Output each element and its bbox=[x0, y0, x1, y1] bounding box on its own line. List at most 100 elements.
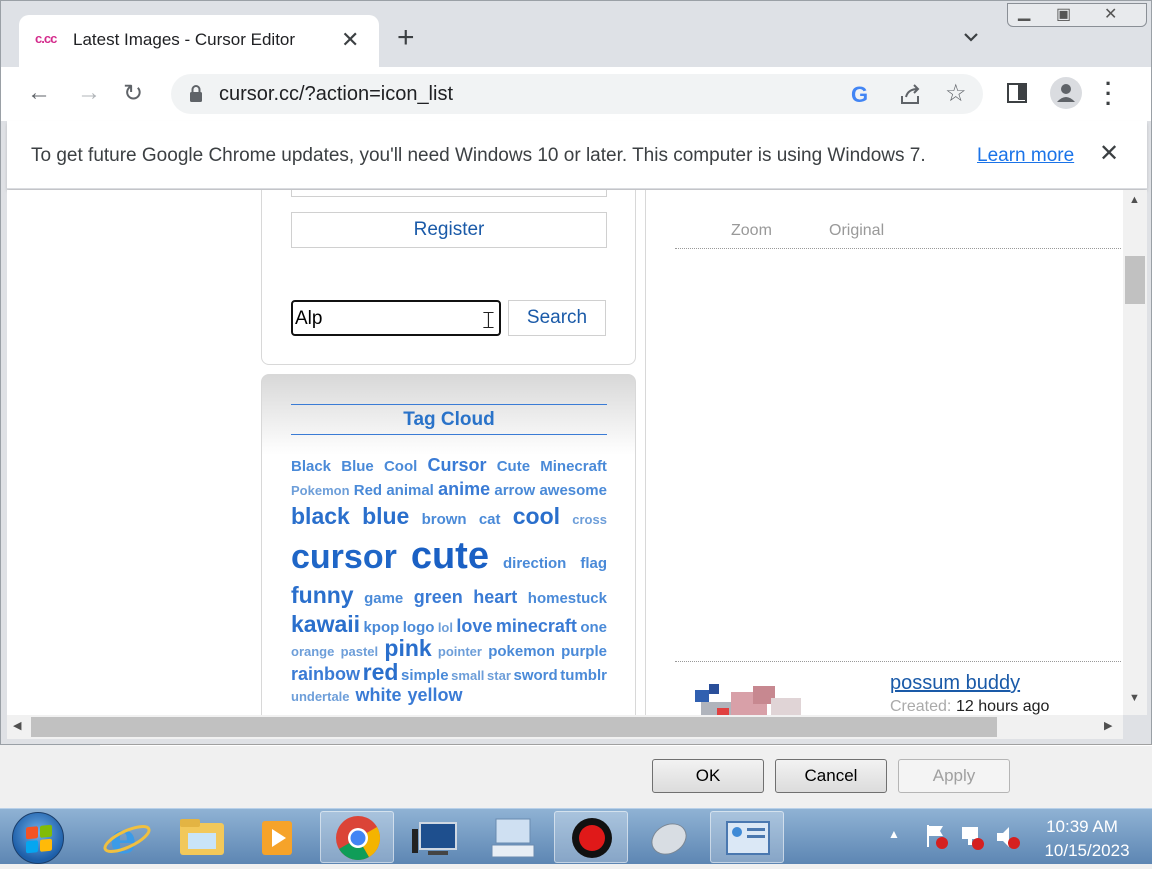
close-window-icon[interactable]: ✕ bbox=[1104, 4, 1117, 24]
tab-latest-images[interactable]: c.cc Latest Images - Cursor Editor ✕ bbox=[19, 15, 379, 67]
tag-link[interactable]: brown bbox=[422, 511, 467, 528]
tag-link[interactable]: minecraft bbox=[496, 616, 577, 637]
tag-link[interactable]: awesome bbox=[539, 482, 607, 499]
tag-link[interactable]: undertale bbox=[291, 689, 350, 704]
item-title-link[interactable]: possum buddy bbox=[890, 672, 1020, 695]
tag-link[interactable]: cute bbox=[411, 535, 489, 578]
apply-button[interactable]: Apply bbox=[898, 759, 1010, 793]
scroll-up-icon[interactable]: ▲ bbox=[1129, 194, 1140, 206]
tag-link[interactable]: white bbox=[356, 685, 402, 706]
horizontal-scroll-thumb[interactable] bbox=[31, 717, 997, 737]
tag-link[interactable]: flag bbox=[580, 555, 607, 572]
side-panel-icon[interactable] bbox=[1007, 83, 1027, 103]
start-button-windows-icon[interactable] bbox=[12, 812, 64, 864]
control-panel-icon[interactable] bbox=[710, 811, 784, 863]
tag-link[interactable]: pointer bbox=[438, 644, 482, 659]
file-explorer-icon[interactable] bbox=[166, 811, 240, 863]
tag-link[interactable]: purple bbox=[561, 643, 607, 660]
cancel-button[interactable]: Cancel bbox=[775, 759, 887, 793]
new-tab-icon[interactable]: + bbox=[397, 23, 415, 53]
search-input[interactable]: Alp bbox=[291, 300, 501, 336]
remote-desktop-icon[interactable] bbox=[398, 811, 472, 863]
record-icon[interactable] bbox=[554, 811, 628, 863]
tag-link[interactable]: heart bbox=[473, 587, 517, 608]
tag-link[interactable]: pink bbox=[384, 635, 431, 662]
action-center-flag-icon[interactable] bbox=[924, 823, 950, 851]
tag-link[interactable]: Minecraft bbox=[540, 458, 607, 475]
tag-link[interactable]: rainbow bbox=[291, 664, 360, 685]
restore-icon[interactable]: ▣ bbox=[1056, 4, 1071, 24]
tag-link[interactable]: pokemon bbox=[488, 643, 555, 660]
network-icon[interactable] bbox=[958, 823, 986, 851]
share-icon[interactable] bbox=[899, 84, 923, 106]
media-player-icon[interactable] bbox=[242, 811, 316, 863]
clock-date[interactable]: 10/15/2023 bbox=[1032, 841, 1142, 861]
tag-link[interactable]: blue bbox=[362, 503, 409, 530]
search-button[interactable]: Search bbox=[508, 300, 606, 336]
internet-explorer-icon[interactable]: e bbox=[90, 811, 164, 863]
tag-link[interactable]: tumblr bbox=[560, 667, 607, 684]
tab-search-chevron-icon[interactable] bbox=[961, 27, 981, 47]
tab-close-icon[interactable]: ✕ bbox=[341, 27, 359, 53]
tag-link[interactable]: arrow bbox=[494, 482, 535, 499]
tag-link[interactable]: red bbox=[363, 659, 399, 686]
on-screen-keyboard-icon[interactable] bbox=[476, 811, 550, 863]
vertical-scroll-thumb[interactable] bbox=[1125, 256, 1145, 304]
scroll-down-icon[interactable]: ▼ bbox=[1129, 692, 1140, 704]
original-tab[interactable]: Original bbox=[829, 222, 884, 240]
tag-link[interactable]: love bbox=[456, 616, 492, 637]
tag-link[interactable]: animal bbox=[386, 482, 434, 499]
tag-link[interactable]: yellow bbox=[408, 685, 463, 706]
tag-link[interactable]: Cursor bbox=[427, 455, 486, 476]
learn-more-link[interactable]: Learn more bbox=[977, 145, 1074, 167]
zoom-tab[interactable]: Zoom bbox=[731, 222, 772, 240]
tag-link[interactable]: Pokemon bbox=[291, 483, 350, 498]
tag-link[interactable]: Red bbox=[354, 482, 382, 499]
tag-link[interactable]: star bbox=[487, 668, 511, 683]
tag-link[interactable]: simple bbox=[401, 667, 449, 684]
clock-time[interactable]: 10:39 AM bbox=[1032, 817, 1132, 837]
tag-link[interactable]: funny bbox=[291, 582, 354, 609]
tag-link[interactable]: one bbox=[580, 619, 607, 636]
more-menu-icon[interactable]: · · · bbox=[1105, 73, 1112, 115]
url-text[interactable]: cursor.cc/?action=icon_list bbox=[219, 83, 453, 106]
tag-link[interactable]: cat bbox=[479, 511, 501, 528]
tag-link[interactable]: black bbox=[291, 503, 350, 530]
tag-link[interactable]: cool bbox=[513, 503, 560, 530]
tag-link[interactable]: homestuck bbox=[528, 590, 607, 607]
bookmark-star-icon[interactable]: ☆ bbox=[945, 79, 967, 108]
reload-icon[interactable]: ↻ bbox=[123, 79, 143, 108]
minimize-icon[interactable]: ▁ bbox=[1018, 2, 1030, 22]
ok-button[interactable]: OK bbox=[652, 759, 764, 793]
tag-link[interactable]: sword bbox=[514, 667, 558, 684]
google-icon[interactable]: G bbox=[851, 82, 868, 108]
vertical-scrollbar[interactable]: ▲ ▼ bbox=[1123, 190, 1147, 715]
forward-arrow-icon[interactable]: → bbox=[77, 79, 101, 107]
tag-link[interactable]: game bbox=[364, 590, 403, 607]
chrome-taskbar-icon[interactable] bbox=[320, 811, 394, 863]
tag-link[interactable]: small bbox=[451, 668, 484, 683]
scroll-left-icon[interactable]: ◀ bbox=[13, 719, 21, 732]
volume-icon[interactable] bbox=[994, 823, 1022, 851]
tag-link[interactable]: Blue bbox=[341, 458, 374, 475]
infobar-close-icon[interactable]: ✕ bbox=[1099, 139, 1119, 168]
lock-icon[interactable] bbox=[189, 85, 203, 103]
tag-link[interactable]: anime bbox=[438, 479, 490, 500]
register-button[interactable]: Register bbox=[291, 212, 607, 248]
tag-link[interactable]: logo bbox=[403, 619, 435, 636]
mouse-icon[interactable] bbox=[632, 811, 706, 863]
tag-link[interactable]: kawaii bbox=[291, 611, 360, 638]
tag-link[interactable]: lol bbox=[438, 620, 453, 635]
tag-link[interactable]: Cool bbox=[384, 458, 417, 475]
tag-link[interactable]: cross bbox=[572, 512, 607, 527]
tag-link[interactable]: Black bbox=[291, 458, 331, 475]
tag-link[interactable]: pastel bbox=[341, 644, 379, 659]
show-hidden-icons-icon[interactable]: ▲ bbox=[888, 827, 900, 841]
scroll-right-icon[interactable]: ▶ bbox=[1104, 719, 1112, 732]
tag-link[interactable]: orange bbox=[291, 644, 334, 659]
profile-avatar-icon[interactable] bbox=[1050, 77, 1082, 109]
back-arrow-icon[interactable]: ← bbox=[27, 79, 51, 107]
horizontal-scrollbar[interactable]: ◀ ▶ bbox=[7, 715, 1123, 739]
password-field[interactable] bbox=[291, 190, 607, 197]
tag-link[interactable]: green bbox=[414, 587, 463, 608]
